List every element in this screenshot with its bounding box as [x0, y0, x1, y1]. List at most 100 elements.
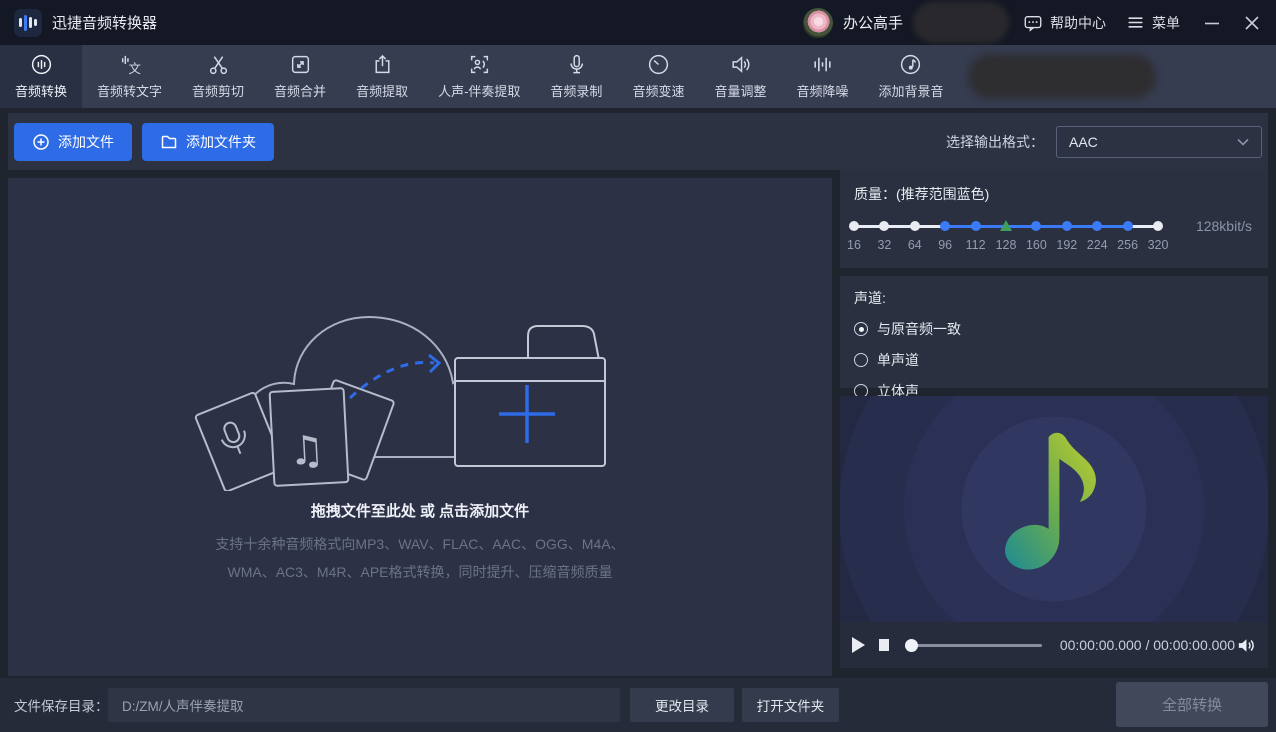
- audio-cut-icon: [207, 53, 230, 76]
- dropzone-headline: 拖拽文件至此处 或 点击添加文件: [8, 500, 832, 521]
- quality-slider[interactable]: [854, 220, 1158, 232]
- help-bubble-icon: [1023, 13, 1043, 33]
- tick-label: 192: [1056, 238, 1077, 252]
- change-dir-button[interactable]: 更改目录: [630, 688, 734, 722]
- app-logo-icon: [14, 9, 42, 37]
- redacted-area: [913, 2, 1009, 43]
- audio-convert-icon: [30, 53, 53, 76]
- seek-slider[interactable]: [905, 638, 1041, 652]
- music-note-artwork: [987, 428, 1122, 578]
- quality-stop-dot: [1031, 221, 1041, 231]
- tick-label: 64: [908, 238, 922, 252]
- minimize-button[interactable]: [1204, 15, 1220, 31]
- background-sound-icon: [899, 53, 922, 76]
- close-button[interactable]: [1244, 15, 1260, 31]
- tick-label: 32: [877, 238, 891, 252]
- speaker-icon: [1235, 635, 1256, 656]
- add-circle-icon: [32, 133, 50, 151]
- play-button[interactable]: [852, 637, 865, 653]
- menu-button[interactable]: 菜单: [1126, 13, 1180, 33]
- tab-audio-extract[interactable]: 音频提取: [341, 45, 423, 108]
- tab-label: 音频降噪: [796, 81, 848, 100]
- volume-adjust-icon: [729, 53, 752, 76]
- channel-panel: 声道: 与原音频一致 单声道 立体声: [840, 276, 1268, 388]
- audio-preview-area: [840, 396, 1268, 622]
- quality-stop-dot: [1062, 221, 1072, 231]
- add-folder-button[interactable]: 添加文件夹: [142, 123, 274, 161]
- file-drop-zone[interactable]: ♫ 拖拽文件至此处 或 点击添加文件 支持十余种音频格式向MP3、WAV、FLA…: [8, 178, 832, 676]
- help-center-label: 帮助中心: [1050, 13, 1106, 33]
- quality-stop-dot: [1153, 221, 1163, 231]
- quality-panel: 质量：(推荐范围蓝色) 16 32 64 96 112 128 160 192: [840, 170, 1268, 268]
- playback-time: 00:00:00.000 / 00:00:00.000: [1060, 637, 1235, 653]
- tab-audio-convert[interactable]: 音频转换: [0, 45, 82, 108]
- menu-label: 菜单: [1152, 13, 1180, 33]
- quality-stop-dot: [879, 221, 889, 231]
- radio-icon: [854, 353, 868, 367]
- output-format-label: 选择输出格式：: [946, 132, 1044, 152]
- close-icon: [1244, 15, 1260, 31]
- quality-current-marker[interactable]: [1000, 220, 1012, 231]
- username[interactable]: 办公高手: [843, 12, 903, 33]
- tick-label: 112: [966, 238, 986, 252]
- radio-icon: [854, 322, 868, 336]
- audio-extract-icon: [371, 53, 394, 76]
- tab-volume-adjust[interactable]: 音量调整: [699, 45, 781, 108]
- tab-label: 添加背景音: [878, 81, 943, 100]
- tab-label: 音频转文字: [97, 81, 162, 100]
- dropzone-subtext: 支持十余种音频格式向MP3、WAV、FLAC、AAC、OGG、M4A、 WMA、…: [8, 530, 832, 586]
- tab-label: 音频转换: [15, 81, 67, 100]
- tick-label: 320: [1148, 238, 1169, 252]
- radio-label: 与原音频一致: [877, 319, 961, 339]
- seek-track: [905, 644, 1041, 647]
- radio-option-mono[interactable]: 单声道: [854, 350, 1254, 370]
- radio-label: 单声道: [877, 350, 919, 370]
- tab-label: 音频录制: [550, 81, 602, 100]
- tick-label: 160: [1026, 238, 1047, 252]
- tab-audio-record[interactable]: 音频录制: [535, 45, 617, 108]
- audio-merge-icon: [289, 53, 312, 76]
- tab-noise-reduction[interactable]: 音频降噪: [781, 45, 863, 108]
- dropzone-subtext-line2: WMA、AC3、M4R、APE格式转换，同时提升、压缩音频质量: [8, 558, 832, 586]
- channel-label: 声道:: [854, 288, 1254, 308]
- radio-option-same-as-source[interactable]: 与原音频一致: [854, 319, 1254, 339]
- player-bar: 00:00:00.000 / 00:00:00.000: [840, 622, 1268, 668]
- audio-to-text-icon: 文: [118, 53, 141, 76]
- tab-audio-merge[interactable]: 音频合并: [259, 45, 341, 108]
- output-format-select[interactable]: AAC: [1056, 126, 1262, 158]
- tab-audio-to-text[interactable]: 文 音频转文字: [82, 45, 177, 108]
- bitrate-value: 128kbit/s: [1196, 218, 1252, 234]
- cloud-upload-illustration: ♫: [180, 286, 660, 491]
- hamburger-menu-icon: [1126, 13, 1145, 32]
- dropzone-subtext-line1: 支持十余种音频格式向MP3、WAV、FLAC、AAC、OGG、M4A、: [8, 530, 832, 558]
- add-folder-label: 添加文件夹: [186, 132, 256, 152]
- seek-thumb[interactable]: [905, 639, 918, 652]
- tab-label: 音量调整: [714, 81, 766, 100]
- tab-audio-speed[interactable]: 音频变速: [617, 45, 699, 108]
- vocal-separation-icon: [468, 53, 491, 76]
- volume-button[interactable]: [1235, 635, 1256, 656]
- bottom-bar: 文件保存目录： 更改目录 打开文件夹 全部转换: [0, 678, 1276, 732]
- quality-label: 质量：(推荐范围蓝色): [854, 184, 1254, 204]
- tab-vocal-separation[interactable]: 人声-伴奏提取: [423, 45, 535, 108]
- add-file-button[interactable]: 添加文件: [14, 123, 132, 161]
- save-dir-input[interactable]: [108, 688, 620, 722]
- audio-record-icon: [565, 53, 588, 76]
- open-folder-button[interactable]: 打开文件夹: [742, 688, 839, 722]
- tab-label: 音频提取: [356, 81, 408, 100]
- convert-all-button[interactable]: 全部转换: [1116, 682, 1268, 727]
- tab-label: 人声-伴奏提取: [438, 81, 520, 100]
- user-avatar[interactable]: [803, 8, 833, 38]
- chevron-down-icon: [1237, 138, 1249, 146]
- stop-button[interactable]: [879, 639, 889, 651]
- output-format-value: AAC: [1069, 134, 1098, 150]
- tab-audio-cut[interactable]: 音频剪切: [177, 45, 259, 108]
- save-dir-label: 文件保存目录：: [14, 678, 109, 732]
- quality-tick-labels: 16 32 64 96 112 128 160 192 224 256 320: [854, 238, 1158, 254]
- quality-stop-dot: [849, 221, 859, 231]
- tick-label: 224: [1087, 238, 1108, 252]
- help-center-button[interactable]: 帮助中心: [1023, 13, 1106, 33]
- tab-background-sound[interactable]: 添加背景音: [863, 45, 958, 108]
- app-title: 迅捷音频转换器: [52, 12, 157, 33]
- add-file-label: 添加文件: [58, 132, 114, 152]
